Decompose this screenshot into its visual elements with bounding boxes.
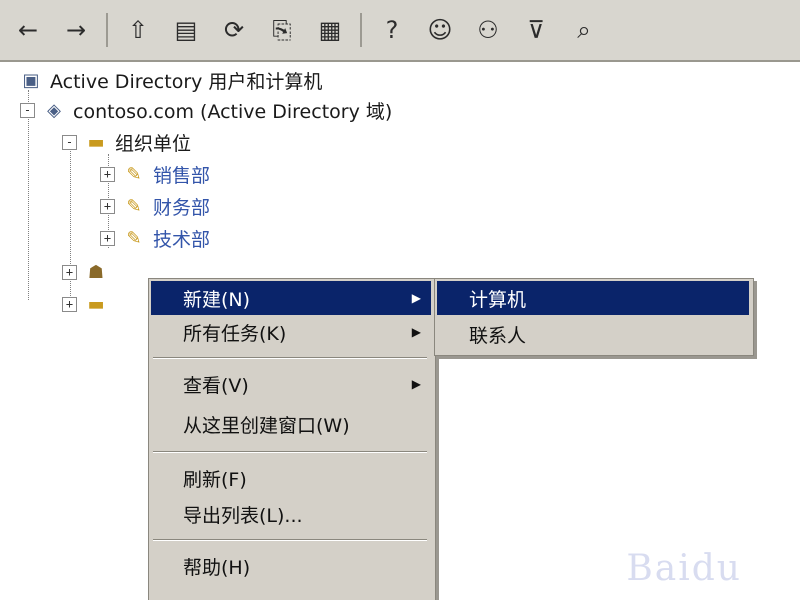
submenu-item-computer[interactable]: 计算机 <box>437 281 749 315</box>
menu-item-label: 从这里创建窗口(W) <box>183 414 350 437</box>
folder-icon: ▬ <box>87 293 105 315</box>
collapse-toggle[interactable]: - <box>62 134 77 150</box>
ou-icon: ✎ <box>126 195 142 217</box>
menu-item-all-tasks[interactable]: 所有任务(K) ▶ <box>151 315 431 349</box>
menu-item-label: 帮助(H) <box>183 556 251 579</box>
tree-node-label: 技术部 <box>153 228 211 251</box>
tree-node-users[interactable]: + ☗ <box>62 258 115 286</box>
ou-icon: ✎ <box>126 227 142 249</box>
tree-node-root[interactable]: ▣ Active Directory 用户和计算机 <box>20 66 322 94</box>
toolbar: ← → ⇧ ▤ ⟳ ⎘ ▦ ? ☺ ⚇ ⊽ ⌕ <box>0 0 800 62</box>
computer-icon: ▣ <box>22 69 40 91</box>
tree-node-ou-tech[interactable]: + ✎ 技术部 <box>100 224 210 252</box>
menu-item-refresh[interactable]: 刷新(F) <box>151 461 431 495</box>
expand-toggle[interactable]: + <box>62 264 77 280</box>
refresh-icon[interactable]: ⟳ <box>216 12 252 48</box>
export-list-icon[interactable]: ⎘ <box>264 12 300 48</box>
tree-node-domain[interactable]: - ◈ contoso.com (Active Directory 域) <box>20 96 392 124</box>
menu-item-new-window[interactable]: 从这里创建窗口(W) <box>151 407 431 441</box>
back-arrow-icon[interactable]: ← <box>10 12 46 48</box>
menu-item-view[interactable]: 查看(V) ▶ <box>151 367 431 401</box>
properties-icon[interactable]: ▦ <box>312 12 348 48</box>
tree-node-ou-sales[interactable]: + ✎ 销售部 <box>100 160 210 188</box>
menu-item-label: 查看(V) <box>183 374 249 397</box>
submenu-item-label: 计算机 <box>469 288 527 311</box>
menu-separator <box>153 539 427 541</box>
watermark: Baidu <box>626 548 742 589</box>
menu-item-label: 刷新(F) <box>183 468 247 491</box>
menu-item-export-list[interactable]: 导出列表(L)... <box>151 497 431 531</box>
menu-separator <box>153 357 427 359</box>
toolbar-separator <box>106 13 108 47</box>
submenu-arrow-icon: ▶ <box>411 325 421 339</box>
tree-node-label: 组织单位 <box>115 132 192 155</box>
tree-node-ou-container[interactable]: - ▬ 组织单位 <box>62 128 191 156</box>
tree-node-folder[interactable]: + ▬ <box>62 290 115 318</box>
submenu-arrow-icon: ▶ <box>411 291 421 305</box>
find-icon[interactable]: ⌕ <box>566 12 602 48</box>
menu-item-label: 所有任务(K) <box>183 322 287 345</box>
submenu-item-contact[interactable]: 联系人 <box>437 317 749 351</box>
expand-toggle[interactable]: + <box>100 166 115 182</box>
submenu-item-label: 联系人 <box>469 324 527 347</box>
add-group-icon[interactable]: ⚇ <box>470 12 506 48</box>
menu-item-label: 导出列表(L)... <box>183 504 303 527</box>
expand-toggle[interactable]: + <box>100 230 115 246</box>
tree-node-label: Active Directory 用户和计算机 <box>50 70 323 93</box>
ou-icon: ✎ <box>126 163 142 185</box>
toolbar-separator <box>360 13 362 47</box>
submenu-arrow-icon: ▶ <box>411 377 421 391</box>
context-menu: 新建(N) ▶ 所有任务(K) ▶ 查看(V) ▶ 从这里创建窗口(W) 刷新(… <box>148 278 436 600</box>
menu-item-new[interactable]: 新建(N) ▶ <box>151 281 431 315</box>
help-icon[interactable]: ? <box>374 12 410 48</box>
menu-item-help[interactable]: 帮助(H) <box>151 549 431 583</box>
domain-icon: ◈ <box>47 99 61 121</box>
menu-item-label: 新建(N) <box>183 288 251 311</box>
user-folder-icon: ☗ <box>87 261 105 283</box>
expand-toggle[interactable]: + <box>62 296 77 312</box>
folder-icon: ▬ <box>87 131 105 153</box>
mmc-window: ← → ⇧ ▤ ⟳ ⎘ ▦ ? ☺ ⚇ ⊽ ⌕ ▣ Active Directo… <box>0 0 800 600</box>
tree-node-label: contoso.com (Active Directory 域) <box>73 100 393 123</box>
forward-arrow-icon[interactable]: → <box>58 12 94 48</box>
up-folder-icon[interactable]: ⇧ <box>120 12 156 48</box>
tree-node-label: 财务部 <box>153 196 211 219</box>
tree-node-label: 销售部 <box>153 164 211 187</box>
expand-toggle[interactable]: + <box>100 198 115 214</box>
new-submenu: 计算机 联系人 <box>434 278 754 356</box>
menu-separator <box>153 451 427 453</box>
filter-icon[interactable]: ⊽ <box>518 12 554 48</box>
tree-node-ou-finance[interactable]: + ✎ 财务部 <box>100 192 210 220</box>
collapse-toggle[interactable]: - <box>20 102 35 118</box>
add-user-icon[interactable]: ☺ <box>422 12 458 48</box>
console-tree-icon[interactable]: ▤ <box>168 12 204 48</box>
